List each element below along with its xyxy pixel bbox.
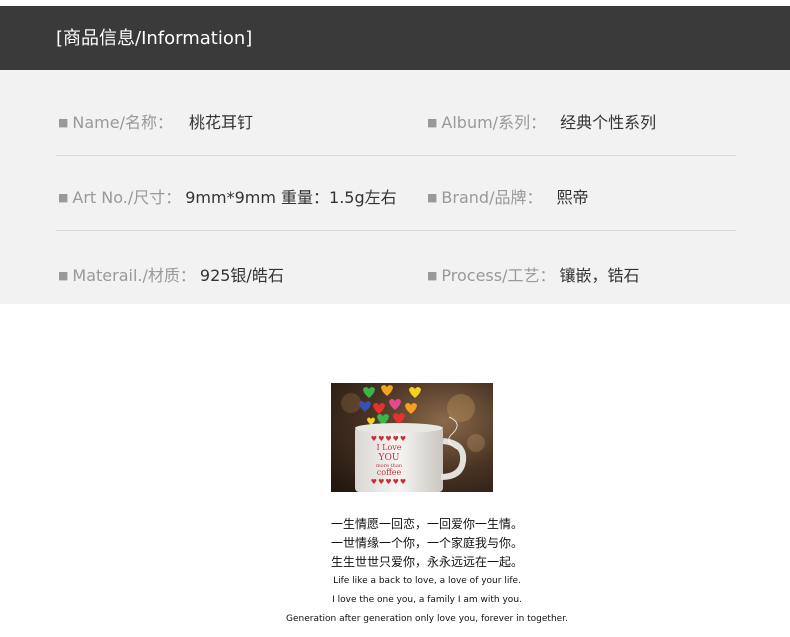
bullet-icon: ■ [427, 116, 438, 129]
material-value: 925银/皓石 [199, 266, 284, 285]
process-field: ■ Process/工艺： 镶嵌，锆石 [427, 266, 640, 288]
material-label: Materail./材质： [72, 266, 196, 285]
name-label: Name/名称： [72, 113, 174, 132]
svg-text:♥♥♥♥♥: ♥♥♥♥♥ [371, 435, 407, 443]
poem-cn-line: 一生情愿一回恋，一回爱你一生情。 [330, 517, 523, 531]
name-field: ■ Name/名称： 桃花耳钉 [58, 113, 253, 135]
album-value: 经典个性系列 [560, 113, 657, 132]
material-field: ■ Materail./材质： 925银/皓石 [58, 266, 284, 288]
row-divider [56, 230, 736, 231]
poem-cn-line: 一世情缘一个你，一个家庭我与你。 [330, 536, 523, 550]
poem-en-line: I love the one you, a family I am with y… [332, 595, 522, 605]
poem-block: 一生情愿一回恋，一回爱你一生情。 一世情缘一个你，一个家庭我与你。 生生世世只爱… [0, 515, 790, 629]
bullet-icon: ■ [427, 191, 438, 204]
poem-en-line: Life like a back to love, a love of your… [333, 576, 521, 586]
svg-text:♥♥♥♥♥: ♥♥♥♥♥ [371, 478, 407, 486]
process-label: Process/工艺： [441, 266, 556, 285]
name-value: 桃花耳钉 [189, 113, 254, 132]
row-divider [56, 155, 736, 156]
size-field: ■ Art No./尺寸： 9mm*9mm 重量：1.5g左右 [58, 188, 397, 210]
size-label: Art No./尺寸： [72, 188, 182, 207]
bullet-icon: ■ [58, 116, 69, 129]
bullet-icon: ■ [58, 269, 69, 282]
coffee-cup-illustration: ♥♥♥♥♥ I Love YOU more than coffee ♥♥♥♥♥ [331, 383, 493, 492]
cup-text-4: coffee [377, 468, 402, 477]
product-info-panel: ■ Name/名称： 桃花耳钉 ■ Album/系列： 经典个性系列 ■ Art No./… [0, 70, 790, 304]
size-value: 9mm*9mm 重量：1.5g左右 [185, 188, 397, 207]
brand-value: 熙帝 [556, 188, 589, 207]
cup-text-2: YOU [378, 453, 400, 463]
poem-en-line: Generation after generation only love yo… [286, 614, 568, 624]
album-field: ■ Album/系列： 经典个性系列 [427, 113, 656, 135]
album-label: Album/系列： [441, 113, 547, 132]
coffee-cup-photo: ♥♥♥♥♥ I Love YOU more than coffee ♥♥♥♥♥ [331, 383, 493, 492]
bullet-icon: ■ [58, 191, 69, 204]
poem-cn-line: 生生世世只爱你，永永远远在一起。 [330, 555, 523, 569]
bullet-icon: ■ [427, 269, 438, 282]
process-value: 镶嵌，锆石 [559, 266, 640, 285]
header-title: [商品信息/Information] [56, 28, 253, 49]
brand-label: Brand/品牌： [441, 188, 543, 207]
brand-field: ■ Brand/品牌： 熙帝 [427, 188, 588, 210]
info-header: [商品信息/Information] [0, 6, 790, 70]
cup-text-1: I Love [376, 443, 401, 452]
